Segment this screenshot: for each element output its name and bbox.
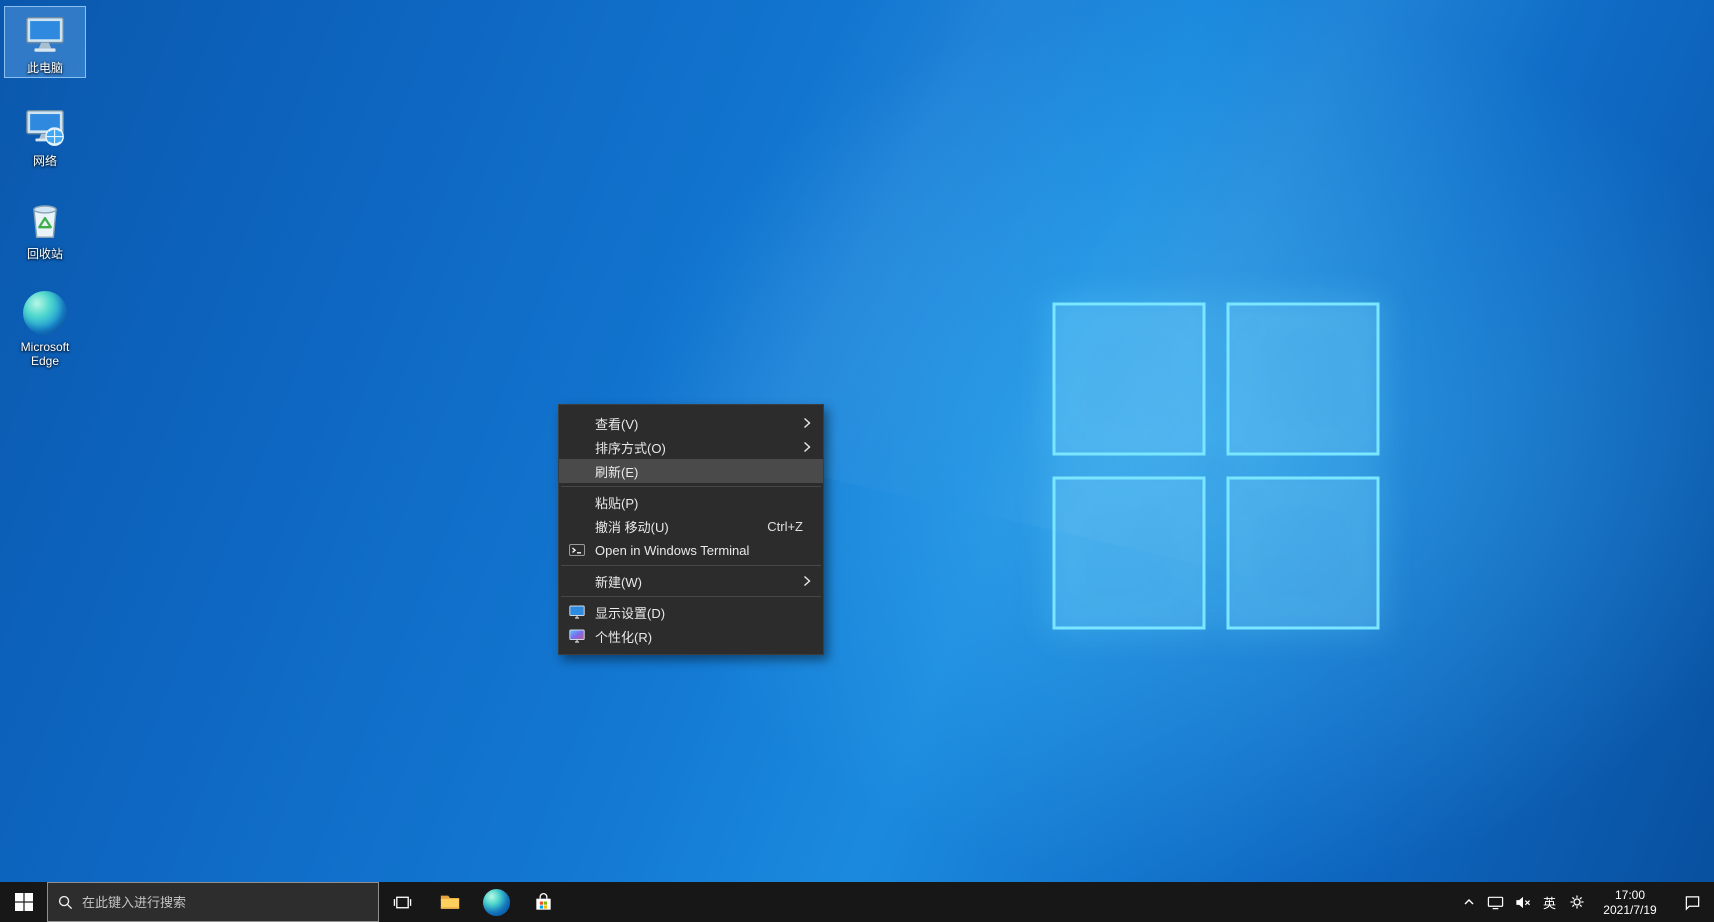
desktop-icon-label: Microsoft Edge [20, 340, 70, 368]
menu-item-new[interactable]: 新建(W) [559, 569, 823, 593]
hidden-icons-chevron[interactable] [1455, 882, 1482, 922]
windows-terminal-icon [569, 542, 585, 558]
action-center-icon [1685, 895, 1699, 911]
menu-item-label: 粘贴(P) [595, 495, 639, 511]
windows-logo-wallpaper [1052, 302, 1380, 630]
menu-separator [561, 596, 821, 597]
system-tray: 英 17:00 2021/7/19 [1455, 882, 1714, 922]
taskbar: 英 17:00 2021/7/19 [0, 882, 1714, 922]
desktop-icon-label: 网络 [32, 154, 57, 168]
windows-start-icon [14, 893, 33, 911]
desktop-icon-network[interactable]: 网络 [4, 99, 86, 171]
desktop-icon-recycle-bin[interactable]: 回收站 [4, 192, 86, 264]
file-explorer-button[interactable] [426, 882, 473, 922]
menu-separator [561, 486, 821, 487]
clock-date: 2021/7/19 [1603, 902, 1657, 917]
display-settings-icon [569, 604, 585, 620]
menu-item-label: Open in Windows Terminal [595, 542, 750, 558]
chevron-up-icon [1464, 899, 1473, 905]
search-icon [58, 895, 73, 909]
ime-indicator[interactable]: 英 [1536, 882, 1563, 922]
menu-item-view[interactable]: 查看(V) [559, 411, 823, 435]
menu-item-label: 刷新(E) [595, 464, 639, 480]
menu-item-label: 排序方式(O) [595, 440, 666, 456]
submenu-arrow-icon [803, 575, 811, 587]
file-explorer-icon [440, 895, 459, 909]
menu-item-undo-move[interactable]: 撤消 移动(U) Ctrl+Z [559, 514, 823, 538]
desktop-background[interactable]: 此电脑 网络 回收站 Microsoft Edge 查看(V) 排序方式(O) … [0, 0, 1714, 922]
menu-item-label: 撤消 移动(U) [595, 519, 669, 535]
menu-item-refresh[interactable]: 刷新(E) [559, 459, 823, 483]
desktop-icon-this-pc[interactable]: 此电脑 [4, 6, 86, 78]
desktop-icon-label: 回收站 [26, 247, 63, 261]
taskbar-empty-area[interactable] [567, 882, 1455, 922]
personalization-icon [569, 628, 585, 644]
network-tray-button[interactable] [1482, 882, 1509, 922]
submenu-arrow-icon [803, 441, 811, 453]
desktop-context-menu: 查看(V) 排序方式(O) 刷新(E) 粘贴(P) 撤消 移动(U) Ctrl+… [558, 404, 824, 655]
menu-item-label: 显示设置(D) [595, 605, 666, 621]
microsoft-store-icon [536, 892, 551, 910]
edge-icon [483, 888, 510, 916]
menu-item-paste[interactable]: 粘贴(P) [559, 490, 823, 514]
search-input[interactable] [82, 894, 368, 910]
taskbar-search[interactable] [47, 882, 379, 922]
settings-tray-button[interactable] [1563, 882, 1590, 922]
recycle-bin-icon [21, 196, 69, 244]
action-center-button[interactable] [1670, 882, 1714, 922]
this-pc-icon [21, 10, 69, 58]
start-button[interactable] [0, 882, 47, 922]
menu-item-label: 个性化(R) [595, 629, 653, 645]
task-view-icon [393, 896, 412, 908]
ime-language-label: 英 [1542, 895, 1556, 911]
volume-muted-icon [1516, 896, 1531, 908]
menu-item-display-settings[interactable]: 显示设置(D) [559, 600, 823, 624]
taskbar-clock[interactable]: 17:00 2021/7/19 [1590, 887, 1670, 918]
clock-time: 17:00 [1614, 887, 1646, 902]
wallpaper-light-beam [189, 0, 1714, 795]
volume-tray-button[interactable] [1509, 882, 1536, 922]
desktop-icon-label: 此电脑 [26, 61, 63, 75]
menu-item-label: 新建(W) [595, 574, 642, 590]
desktop-icon-column: 此电脑 网络 回收站 Microsoft Edge [2, 6, 88, 392]
task-view-button[interactable] [379, 882, 426, 922]
gear-icon [1570, 895, 1583, 909]
menu-item-label: 查看(V) [595, 416, 639, 432]
desktop-icon-edge[interactable]: Microsoft Edge [4, 285, 86, 371]
menu-item-shortcut: Ctrl+Z [767, 518, 803, 534]
edge-taskbar-button[interactable] [473, 882, 520, 922]
network-icon [21, 103, 69, 151]
menu-item-open-windows-terminal[interactable]: Open in Windows Terminal [559, 538, 823, 562]
edge-icon [21, 289, 69, 337]
microsoft-store-button[interactable] [520, 882, 567, 922]
submenu-arrow-icon [803, 417, 811, 429]
network-icon [1487, 896, 1504, 909]
menu-item-personalize[interactable]: 个性化(R) [559, 624, 823, 648]
menu-item-sort-by[interactable]: 排序方式(O) [559, 435, 823, 459]
menu-separator [561, 565, 821, 566]
